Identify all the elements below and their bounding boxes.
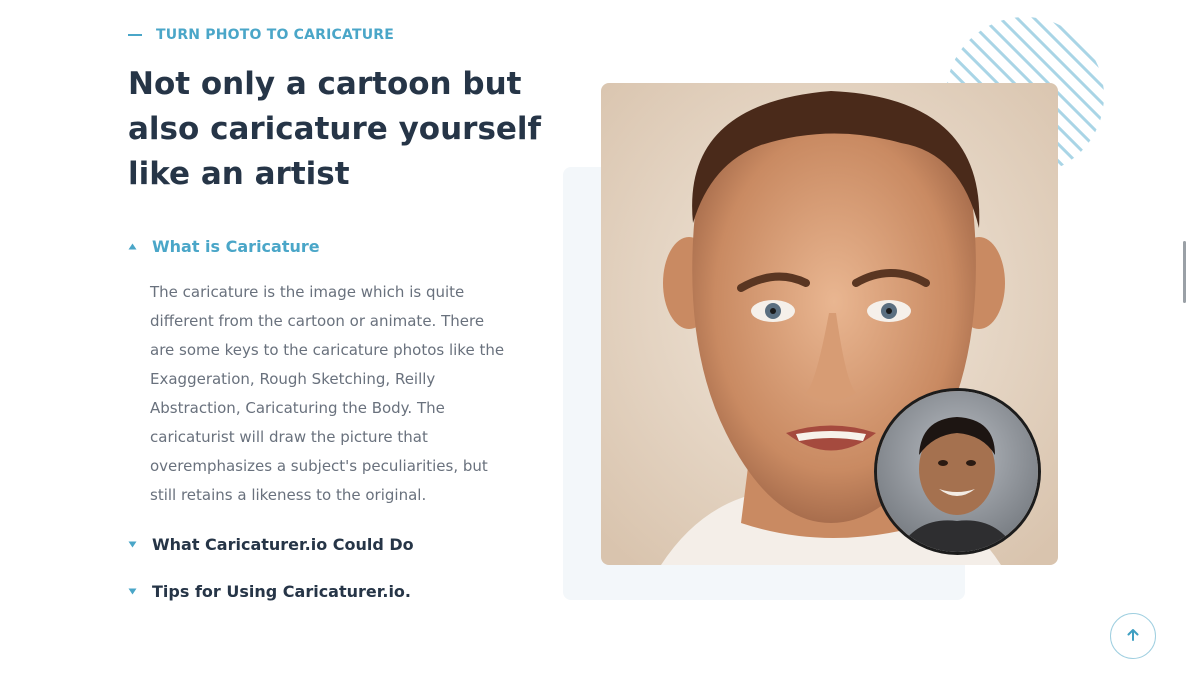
original-photo-avatar	[874, 388, 1041, 555]
faq-toggle-what-caricaturer-could-do[interactable]: What Caricaturer.io Could Do	[128, 535, 518, 554]
faq-title: What is Caricature	[152, 237, 320, 256]
arrow-up-icon	[1126, 627, 1140, 646]
eyebrow-label: TURN PHOTO TO CARICATURE	[156, 27, 395, 43]
back-to-top-button[interactable]	[1110, 613, 1156, 659]
faq-title: What Caricaturer.io Could Do	[152, 535, 414, 554]
faq-title: Tips for Using Caricaturer.io.	[152, 582, 411, 601]
page: TURN PHOTO TO CARICATURE Not only a cart…	[0, 0, 1186, 689]
caret-down-icon	[128, 587, 137, 596]
faq-item-what-caricaturer-could-do: What Caricaturer.io Could Do	[128, 535, 518, 554]
faq-item-what-is-caricature: What is Caricature The caricature is the…	[128, 237, 518, 510]
faq-item-tips: Tips for Using Caricaturer.io.	[128, 582, 518, 601]
eyebrow-dash	[128, 34, 142, 36]
section-eyebrow: TURN PHOTO TO CARICATURE	[128, 27, 394, 43]
faq-answer: The caricature is the image which is qui…	[150, 283, 505, 504]
faq-toggle-tips[interactable]: Tips for Using Caricaturer.io.	[128, 582, 518, 601]
faq-toggle-what-is-caricature[interactable]: What is Caricature	[128, 237, 518, 256]
caret-up-icon	[128, 242, 137, 251]
caret-down-icon	[128, 540, 137, 549]
section-headline: Not only a cartoon but also caricature y…	[128, 66, 542, 192]
